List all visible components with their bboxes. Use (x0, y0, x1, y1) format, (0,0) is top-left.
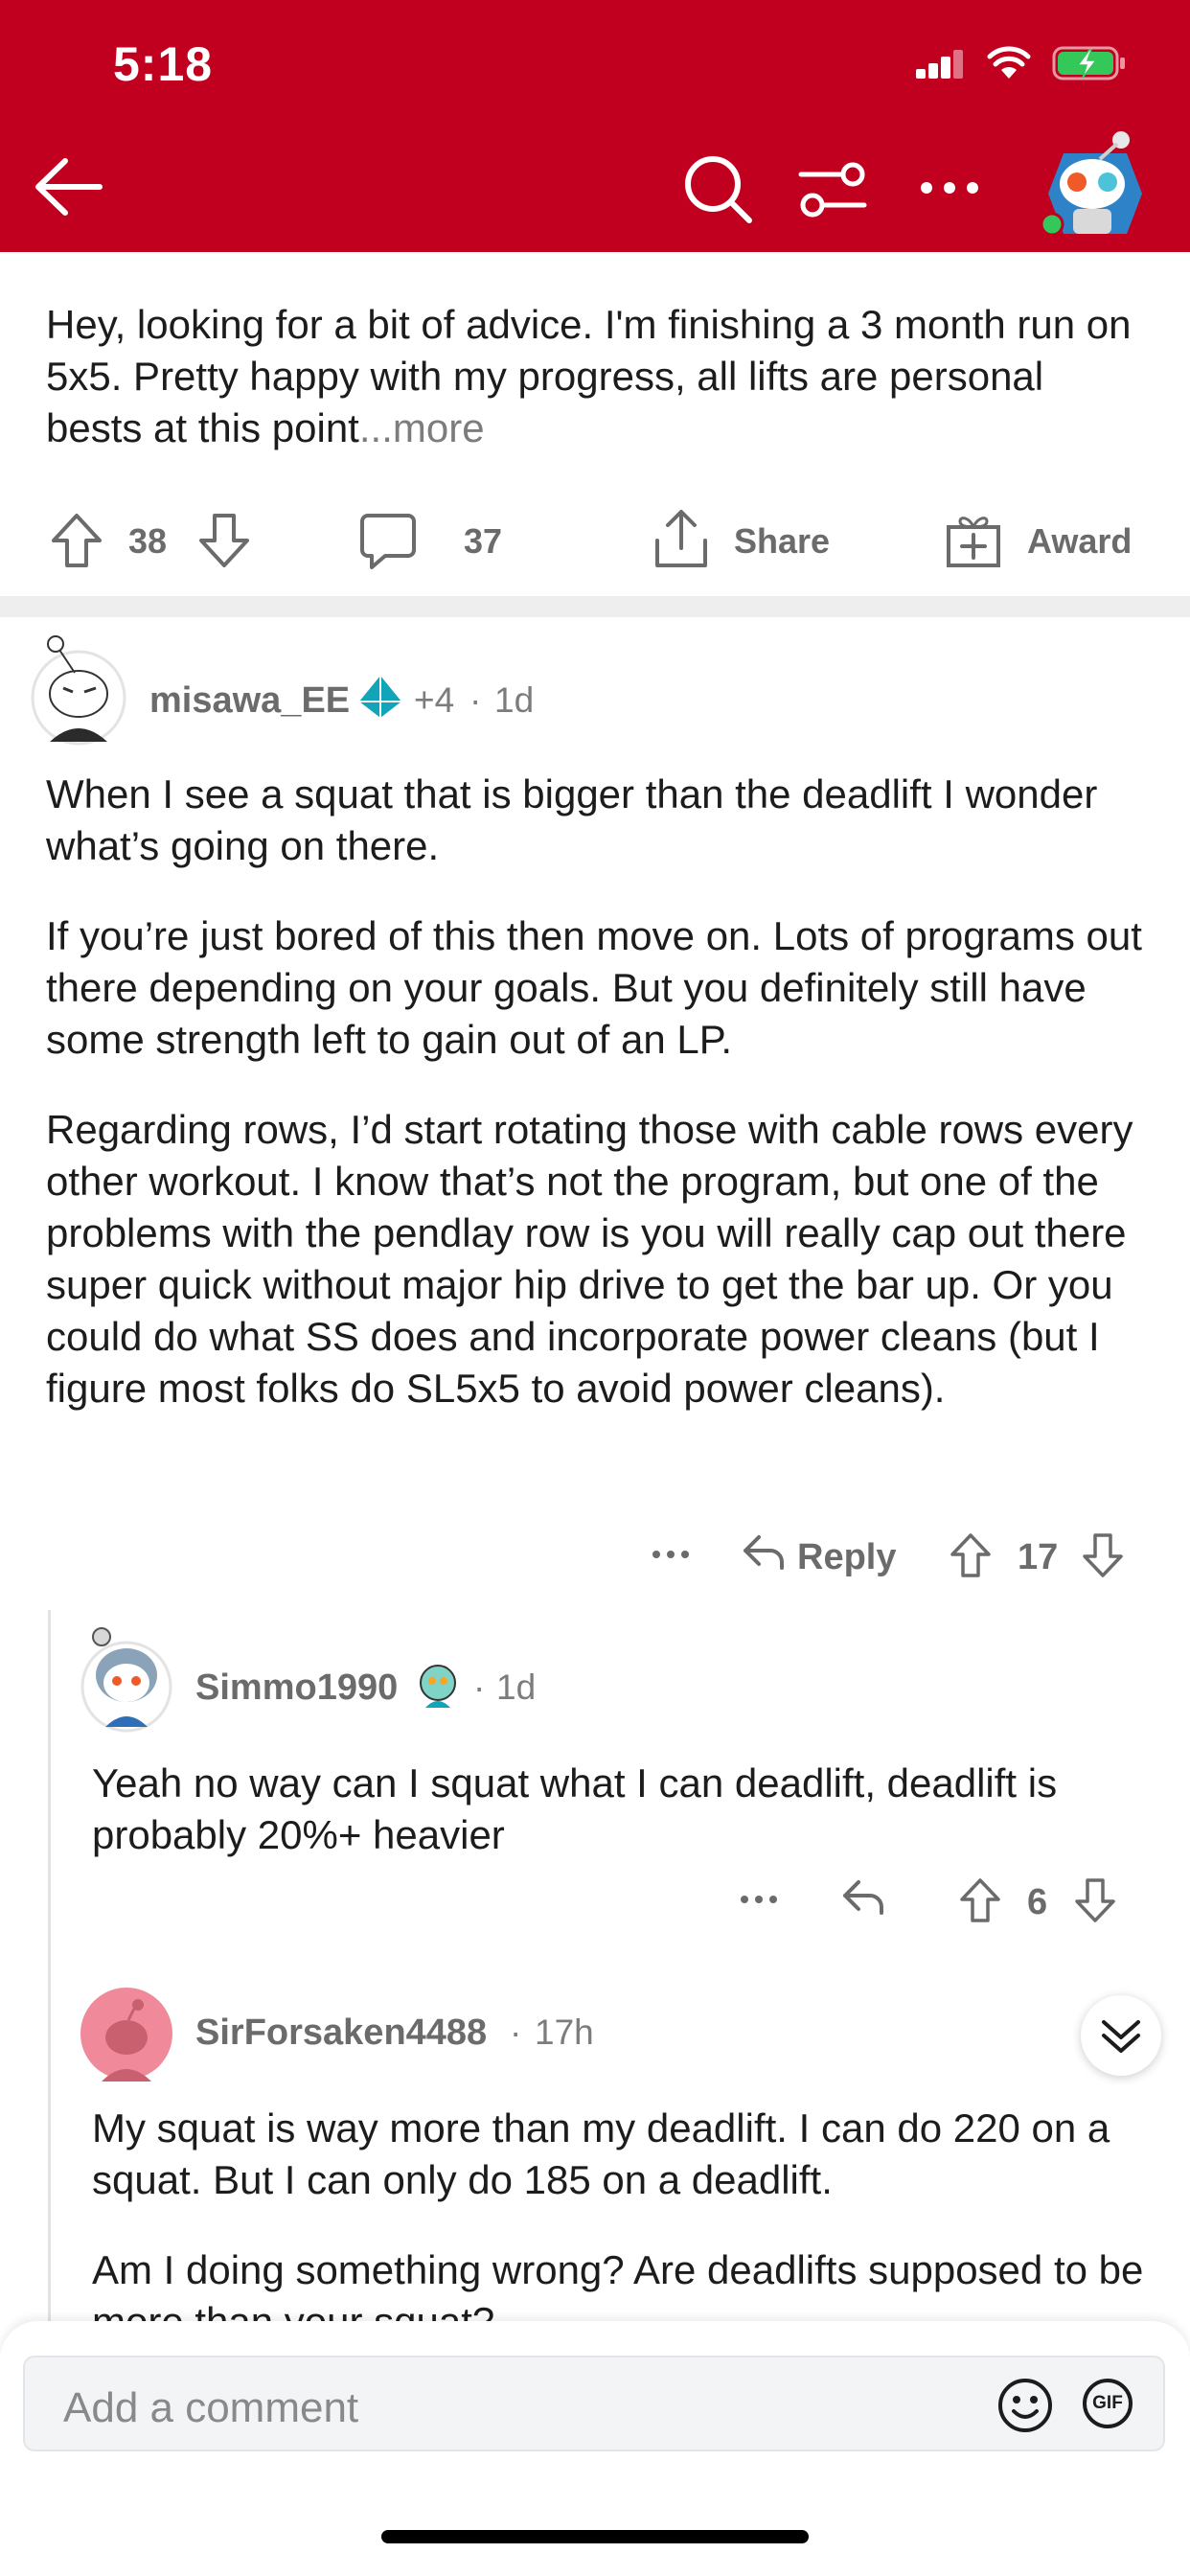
comment-username[interactable]: SirForsaken4488 (195, 2012, 487, 2054)
sort-filter-icon[interactable] (797, 161, 868, 218)
upvote-icon[interactable] (949, 1531, 993, 1579)
user-flair-icon (359, 676, 401, 718)
comment-age: 17h (535, 2012, 594, 2052)
post-body[interactable]: Hey, looking for a bit of advice. I'm fi… (46, 299, 1148, 454)
more-icon[interactable] (918, 178, 981, 197)
comment-paragraph: Yeah no way can I squat what I can deadl… (92, 1760, 1058, 1857)
home-indicator[interactable] (381, 2530, 809, 2543)
downvote-icon[interactable] (1081, 1531, 1125, 1579)
comment-vote-count: 17 (1018, 1537, 1059, 1577)
more-options-icon[interactable] (740, 1894, 778, 1905)
user-avatar[interactable] (1037, 125, 1144, 238)
comment-body: My squat is way more than my deadlift. I… (92, 2103, 1156, 2321)
comment-username[interactable]: misawa_EE (149, 680, 350, 722)
reply-button[interactable]: Reply (797, 1537, 896, 1578)
more-link[interactable]: ...more (359, 405, 485, 450)
share-button[interactable]: Share (734, 521, 830, 562)
comment-paragraph: Am I doing something wrong? Are deadlift… (92, 2247, 1144, 2321)
comment-username[interactable]: Simmo1990 (195, 1668, 398, 1709)
thread-line[interactable] (48, 1610, 51, 2321)
gif-label: GIF (1092, 2393, 1123, 2413)
comment-body: When I see a squat that is bigger than t… (46, 769, 1148, 1414)
comment-vote-count: 6 (1027, 1882, 1048, 1922)
post-body-text: Hey, looking for a bit of advice. I'm fi… (46, 302, 1132, 450)
comment-placeholder: Add a comment (63, 2384, 359, 2431)
share-icon[interactable] (652, 508, 711, 571)
section-divider (0, 596, 1190, 617)
collapse-thread-button[interactable] (1081, 1995, 1161, 2076)
battery-charging-icon (1052, 46, 1125, 80)
wifi-icon (987, 46, 1031, 79)
post-comment-count: 37 (464, 521, 503, 561)
comment-paragraph: If you’re just bored of this then move o… (46, 913, 1142, 1062)
karma-badge: +4 (414, 680, 455, 720)
comment-paragraph: My squat is way more than my deadlift. I… (92, 2105, 1110, 2202)
search-icon[interactable] (682, 153, 753, 224)
emoji-icon[interactable] (996, 2377, 1054, 2434)
comment-age: 1d (496, 1668, 537, 1707)
comment-age: 1d (494, 680, 535, 720)
comment-paragraph: Regarding rows, I’d start rotating those… (46, 1107, 1133, 1411)
meta-dot: · (469, 680, 482, 720)
reply-icon[interactable] (841, 1878, 885, 1917)
award-icon[interactable] (945, 510, 1002, 569)
collapse-chevron-icon (1102, 2020, 1140, 2053)
user-flair-icon (420, 1665, 456, 1708)
add-comment-input[interactable]: Add a comment GIF (23, 2356, 1165, 2451)
gif-icon[interactable]: GIF (1083, 2379, 1133, 2428)
comment-paragraph: When I see a squat that is bigger than t… (46, 771, 1098, 868)
reply-icon[interactable] (742, 1533, 786, 1572)
back-arrow-icon[interactable] (33, 153, 105, 220)
post-vote-count: 38 (128, 521, 168, 561)
app-header: 5:18 (0, 0, 1190, 252)
cellular-signal-icon (916, 50, 964, 79)
comment-icon[interactable] (358, 512, 418, 571)
meta-dot: · (473, 1668, 486, 1707)
avatar[interactable] (79, 1986, 174, 2082)
meta-dot: · (510, 2012, 522, 2052)
award-button[interactable]: Award (1027, 521, 1132, 562)
avatar[interactable] (79, 1625, 174, 1735)
avatar[interactable] (29, 634, 128, 748)
status-time: 5:18 (113, 37, 214, 91)
upvote-icon[interactable] (958, 1876, 1002, 1924)
downvote-icon[interactable] (1073, 1876, 1117, 1924)
more-options-icon[interactable] (652, 1549, 690, 1560)
comment-body: Yeah no way can I squat what I can deadl… (92, 1758, 1146, 1861)
downvote-icon[interactable] (197, 512, 251, 569)
upvote-icon[interactable] (50, 512, 103, 569)
